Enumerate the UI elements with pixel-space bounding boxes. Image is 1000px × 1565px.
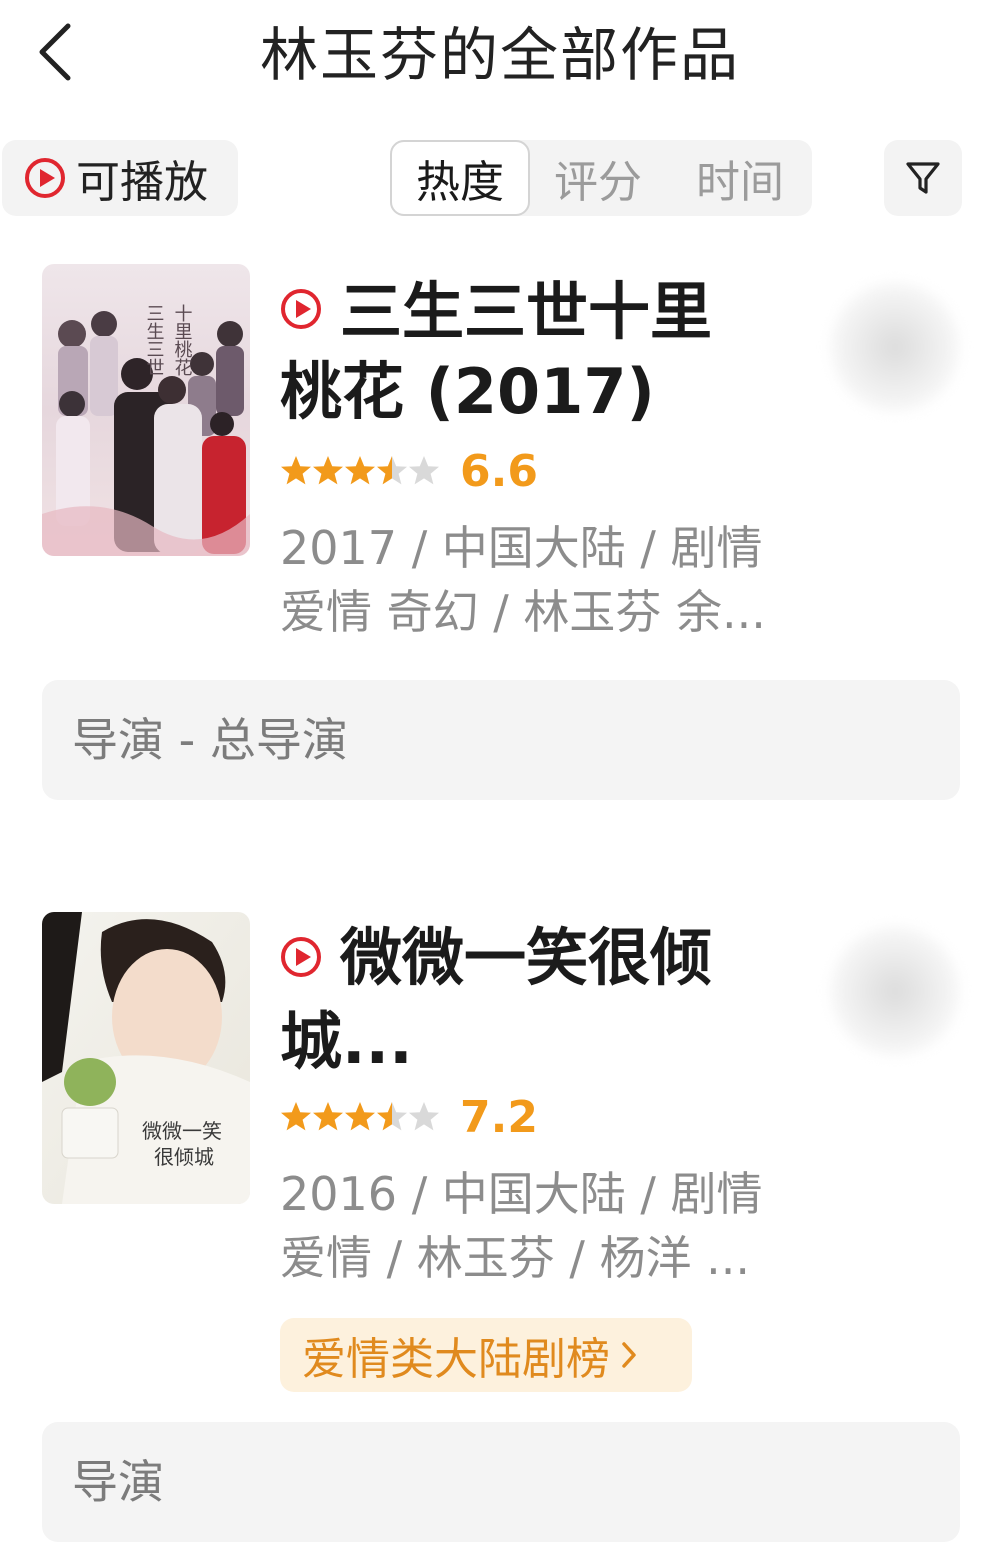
star-empty-icon	[409, 456, 439, 485]
header: 林玉芬的全部作品	[0, 0, 1000, 110]
blurred-avatar	[830, 282, 960, 412]
rank-badge-label: 爱情类大陆剧榜	[302, 1334, 610, 1385]
page-title: 林玉芬的全部作品	[259, 21, 740, 89]
blurred-avatar	[830, 926, 960, 1056]
sort-tabs: 热度 评分 时间	[390, 140, 812, 216]
poster-image: 微微一笑 很倾城	[42, 912, 250, 1204]
playable-filter-button[interactable]: 可播放	[2, 140, 238, 216]
svg-text:微微一笑: 微微一笑	[142, 1119, 222, 1143]
star-icon	[345, 456, 375, 485]
work-title-line2[interactable]: 桃花 (2017)	[280, 352, 655, 432]
filter-funnel-icon	[906, 162, 940, 194]
star-icon	[313, 1102, 343, 1131]
play-circle-icon	[281, 289, 321, 329]
star-icon	[281, 1102, 311, 1131]
filter-button[interactable]	[884, 140, 962, 216]
rating-stars	[281, 456, 439, 485]
role-text: 导演	[72, 1455, 164, 1509]
playable-label: 可播放	[76, 157, 208, 208]
play-circle-icon	[281, 937, 321, 977]
chevron-right-icon	[622, 1342, 636, 1368]
svg-text:很倾城: 很倾城	[154, 1145, 214, 1169]
work-title[interactable]: 微微一笑很倾	[340, 918, 712, 998]
work-meta-line1: 2016 / 中国大陆 / 剧情	[280, 1167, 763, 1221]
star-empty-icon	[409, 1102, 439, 1131]
work-title[interactable]: 三生三世十里	[340, 272, 712, 352]
star-icon	[281, 456, 311, 485]
work-title-line2[interactable]: 城...	[280, 1002, 413, 1082]
star-half-icon	[377, 1102, 407, 1131]
star-icon	[345, 1102, 375, 1131]
sort-tab-hot[interactable]: 热度	[390, 140, 530, 216]
poster-image: 三生三世 十里桃花	[42, 264, 250, 556]
rank-badge[interactable]: 爱情类大陆剧榜	[280, 1318, 692, 1392]
sort-tab-time[interactable]: 时间	[680, 140, 800, 216]
rating-value: 7.2	[460, 1092, 538, 1143]
work-meta-line1: 2017 / 中国大陆 / 剧情	[280, 521, 763, 575]
svg-text:十里桃花: 十里桃花	[172, 304, 193, 376]
role-text: 导演 - 总导演	[72, 713, 348, 767]
work-meta-line2: 爱情 / 林玉芬 / 杨洋 ...	[280, 1231, 750, 1285]
rating-value: 6.6	[460, 446, 538, 497]
role-bar[interactable]: 导演	[42, 1422, 960, 1542]
star-half-icon	[377, 456, 407, 485]
sort-tab-rating[interactable]: 评分	[538, 140, 658, 216]
play-circle-icon	[25, 158, 65, 198]
poster-work-2[interactable]: 微微一笑 很倾城	[42, 912, 250, 1204]
svg-text:三生三世: 三生三世	[144, 304, 165, 376]
work-meta-line2: 爱情 奇幻 / 林玉芬 余...	[280, 585, 766, 639]
poster-work-1[interactable]: 三生三世 十里桃花	[42, 264, 250, 556]
rating-stars	[281, 1102, 439, 1131]
role-bar[interactable]: 导演 - 总导演	[42, 680, 960, 800]
star-icon	[313, 456, 343, 485]
